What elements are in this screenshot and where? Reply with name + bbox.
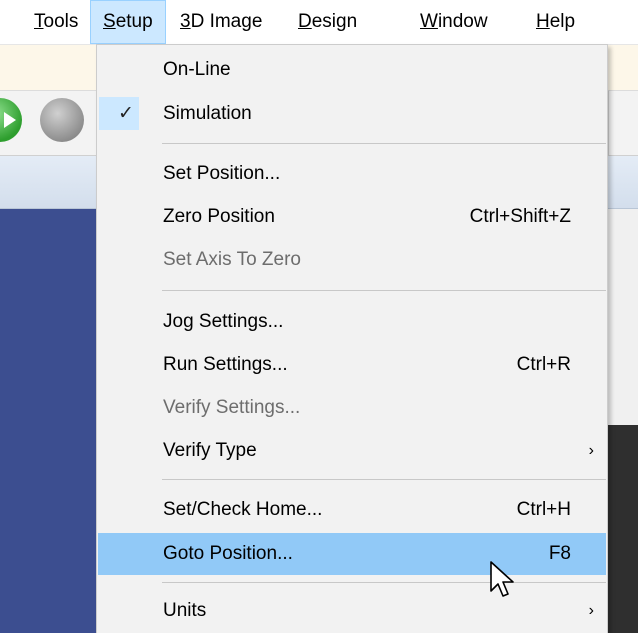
menu-window-mnemonic: W	[420, 11, 438, 32]
menu-item-label: Zero Position	[163, 206, 275, 227]
menu-item-run-settings[interactable]: Run Settings... Ctrl+R	[98, 346, 606, 383]
toolbar-right	[608, 91, 638, 155]
menu-item-shortcut: Ctrl+Shift+Z	[469, 206, 571, 227]
menu-item-label: Set/Check Home...	[163, 499, 323, 520]
menu-item-label: Verify Type	[163, 440, 257, 461]
menu-item-online[interactable]: On-Line	[98, 51, 606, 88]
menu-item-shortcut: Ctrl+H	[516, 499, 571, 520]
menu-item-jog-settings[interactable]: Jog Settings...	[98, 303, 606, 340]
menu-item-label: Simulation	[163, 103, 252, 124]
menu-3d-image-mnemonic: 3	[180, 11, 191, 32]
menu-item-set-position[interactable]: Set Position...	[98, 155, 606, 192]
menu-item-label: Set Position...	[163, 163, 281, 184]
menu-tools-label: ools	[43, 11, 79, 32]
menu-item-zero-position[interactable]: Zero Position Ctrl+Shift+Z	[98, 198, 606, 235]
submenu-arrow-icon: ›	[588, 442, 594, 459]
menu-design-mnemonic: D	[298, 11, 312, 32]
menu-setup-label: etup	[115, 11, 153, 32]
menu-3d-image-label: D Image	[190, 11, 263, 32]
menu-item-simulation[interactable]: ✓ Simulation	[98, 95, 606, 132]
menu-setup[interactable]: Setup	[90, 0, 166, 44]
menu-help-mnemonic: H	[536, 11, 550, 32]
menu-item-set-check-home[interactable]: Set/Check Home... Ctrl+H	[98, 491, 606, 528]
menu-item-label: Run Settings...	[163, 354, 288, 375]
menu-separator	[162, 479, 606, 480]
menu-separator	[162, 582, 606, 583]
menu-window-label: indow	[437, 11, 488, 32]
menu-item-label: Goto Position...	[163, 543, 293, 564]
menu-design[interactable]: Design	[286, 0, 369, 44]
mouse-cursor-icon	[490, 561, 514, 597]
menu-bar: Tools Setup 3D Image Design Window Help	[0, 0, 638, 45]
menu-item-label: Jog Settings...	[163, 311, 284, 332]
menu-item-units[interactable]: Units ›	[98, 592, 606, 629]
menu-separator	[162, 143, 606, 144]
menu-item-label: Units	[163, 600, 207, 621]
menu-3d-image[interactable]: 3D Image	[168, 0, 274, 44]
menu-item-label: Set Axis To Zero	[163, 249, 301, 270]
menu-item-set-axis-to-zero: Set Axis To Zero	[98, 241, 606, 278]
menu-item-label: Verify Settings...	[163, 397, 301, 418]
menu-tools-mnemonic: T	[34, 11, 44, 32]
menu-item-goto-position[interactable]: Goto Position... F8	[98, 533, 606, 575]
menu-help-label: elp	[549, 11, 576, 32]
menu-item-shortcut: Ctrl+R	[516, 354, 571, 375]
workspace-panel	[0, 209, 100, 633]
menu-setup-mnemonic: S	[103, 11, 116, 32]
menu-item-label: On-Line	[163, 59, 231, 80]
submenu-arrow-icon: ›	[588, 602, 594, 619]
menu-item-verify-settings: Verify Settings...	[98, 389, 606, 426]
menu-separator	[162, 290, 606, 291]
checkmark-icon: ✓	[118, 103, 134, 124]
menu-item-shortcut: F8	[548, 543, 571, 564]
menu-window[interactable]: Window	[408, 0, 500, 44]
menu-item-verify-type[interactable]: Verify Type ›	[98, 432, 606, 469]
setup-dropdown-menu: On-Line ✓ Simulation Set Position... Zer…	[96, 44, 608, 633]
stop-button-icon[interactable]	[40, 98, 84, 142]
menu-design-label: esign	[311, 11, 358, 32]
menu-tools[interactable]: Tools	[22, 0, 90, 44]
menu-help[interactable]: Help	[524, 0, 587, 44]
